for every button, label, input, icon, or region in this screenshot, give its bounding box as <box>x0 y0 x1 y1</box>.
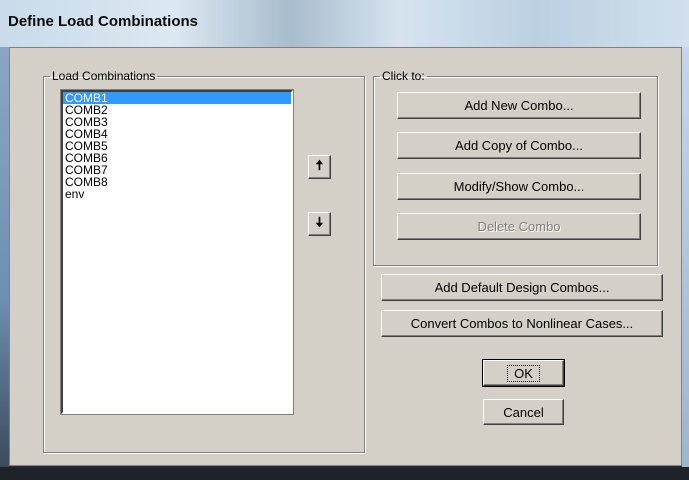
title-bar[interactable]: Define Load Combinations <box>0 0 689 47</box>
modify-show-combo-button[interactable]: Modify/Show Combo... <box>397 173 641 200</box>
list-item[interactable]: COMB8 <box>63 176 291 188</box>
ok-label: OK <box>507 364 540 382</box>
cancel-button[interactable]: Cancel <box>483 399 564 425</box>
add-copy-combo-label: Add Copy of Combo... <box>455 138 583 153</box>
click-to-label: Click to: <box>382 69 425 83</box>
add-new-combo-button[interactable]: Add New Combo... <box>397 92 641 119</box>
window-title: Define Load Combinations <box>8 13 199 30</box>
cancel-label: Cancel <box>503 404 544 420</box>
delete-combo-button: Delete Combo <box>397 213 641 240</box>
convert-to-nonlinear-button[interactable]: Convert Combos to Nonlinear Cases... <box>381 310 663 337</box>
taskbar-edge <box>0 467 689 480</box>
add-default-design-combos-button[interactable]: Add Default Design Combos... <box>381 274 663 301</box>
up-arrow-icon: 🠅 <box>315 157 324 173</box>
ok-button[interactable]: OK <box>482 359 565 387</box>
down-arrow-icon: 🠇 <box>315 214 324 230</box>
move-down-button[interactable]: 🠇 <box>308 212 331 236</box>
add-new-combo-label: Add New Combo... <box>464 98 574 113</box>
window-right-edge <box>682 47 689 467</box>
add-default-design-combos-label: Add Default Design Combos... <box>434 280 610 295</box>
add-copy-combo-button[interactable]: Add Copy of Combo... <box>397 132 641 159</box>
convert-to-nonlinear-label: Convert Combos to Nonlinear Cases... <box>410 316 634 331</box>
window-left-edge <box>0 47 9 467</box>
delete-combo-label: Delete Combo <box>477 219 561 234</box>
move-up-button[interactable]: 🠅 <box>308 155 331 179</box>
modify-show-combo-label: Modify/Show Combo... <box>453 179 585 194</box>
dialog-body: Load Combinations COMB1 COMB2 COMB3 COMB… <box>9 47 682 466</box>
load-combinations-label: Load Combinations <box>52 69 156 83</box>
load-combinations-list[interactable]: COMB1 COMB2 COMB3 COMB4 COMB5 COMB6 COMB… <box>60 89 294 415</box>
list-item[interactable]: env <box>63 188 291 200</box>
